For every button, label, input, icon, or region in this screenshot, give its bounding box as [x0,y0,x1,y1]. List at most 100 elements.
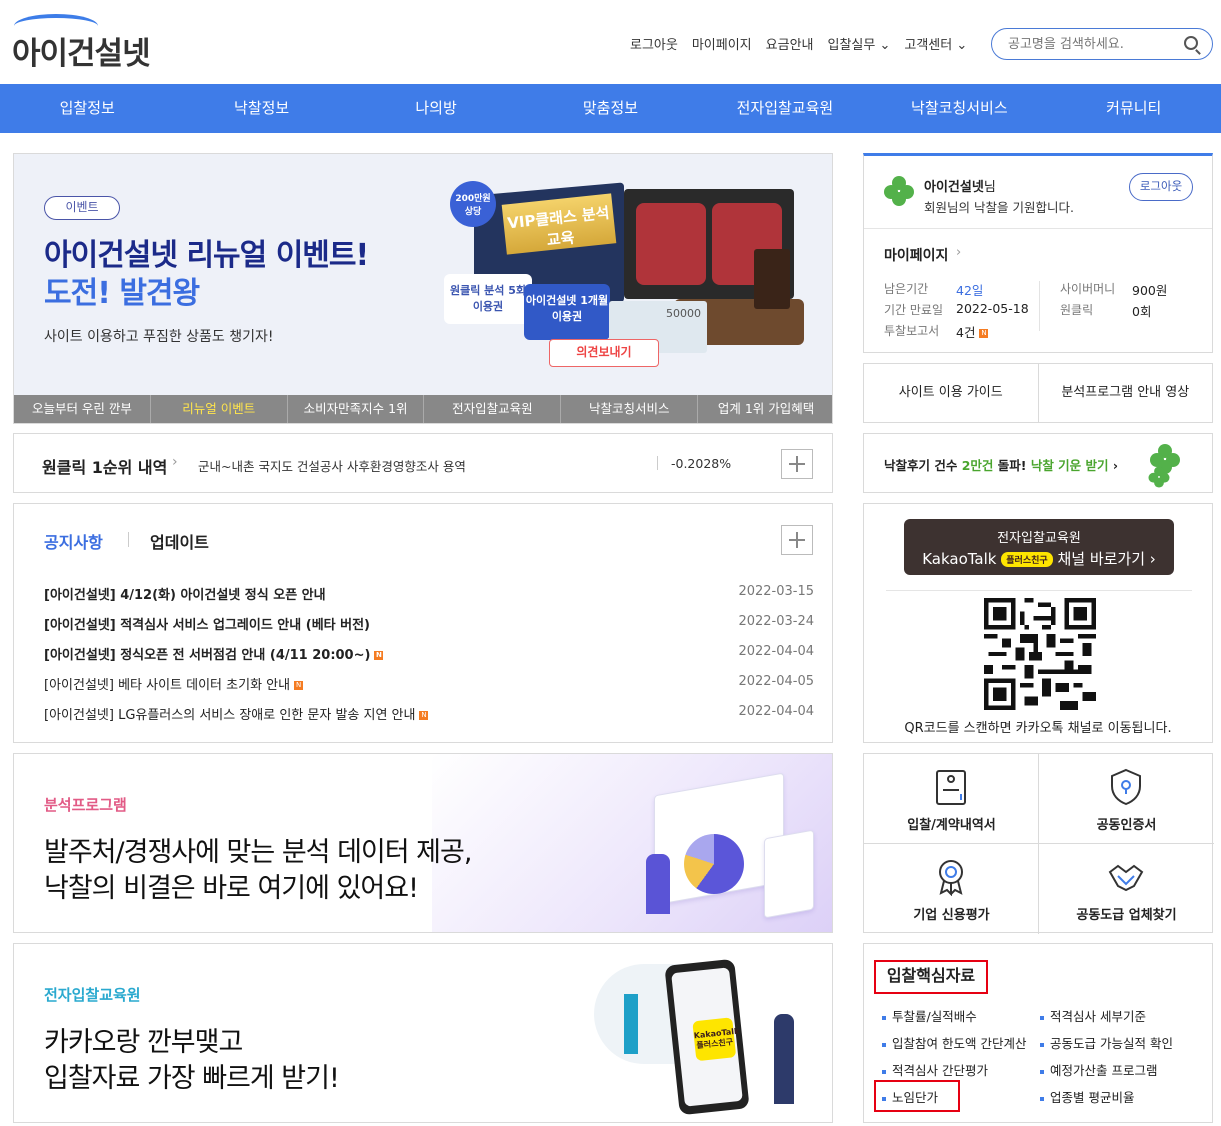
money-value: 900원 [1132,283,1168,298]
notice-title: [아이건설넷] 베타 사이트 데이터 초기화 안내 [44,678,291,693]
guide-panel: 사이트 이용 가이드 분석프로그램 안내 영상 [863,363,1213,423]
kakao-academy-banner[interactable]: 전자입찰교육원 카카오랑 깐부맺고 입찰자료 가장 빠르게 받기! KakaoT… [13,943,833,1123]
quick-link-contract-statement[interactable]: 입찰/계약내역서 [864,754,1039,844]
promo-headline-line1: 카카오랑 깐부맺고 [44,1027,243,1058]
notice-more-plus-icon[interactable] [781,525,813,555]
quick-link-label: 기업 신용평가 [913,908,990,923]
kakao-brand: KakaoTalk [922,550,997,568]
oneclick-panel: 원클릭 1순위 내역 › 군내~내촌 국지도 건설공사 사후환경영향조사 용역 … [13,433,833,493]
header: 아이건설넷 로그아웃 마이페이지 요금안내 입찰실무 ⌄ 고객센터 ⌄ [0,0,1221,84]
banner-tab[interactable]: 소비자만족지수 1위 [288,395,425,423]
oneclick-title[interactable]: 원클릭 1순위 내역 [42,454,167,478]
document-clip-icon [936,770,966,805]
main-nav-award-info[interactable]: 낙찰정보 [174,84,348,133]
main-nav-e-bid-academy[interactable]: 전자입찰교육원 [698,84,872,133]
main-nav-bid-info[interactable]: 입찰정보 [0,84,174,133]
banner-tab-active[interactable]: 리뉴얼 이벤트 [151,395,288,423]
event-banner[interactable]: 이벤트 아이건설넷 리뉴얼 이벤트! 도전! 발견왕 사이트 이용하고 푸짐한 … [13,153,833,424]
notice-title: [아이건설넷] 적격심사 서비스 업그레이드 안내 (베타 버전) [44,618,371,633]
tab-notices[interactable]: 공지사항 [44,529,103,553]
review-link: 낙찰 기운 받기 [1030,458,1109,473]
top-nav-logout[interactable]: 로그아웃 [630,34,678,53]
user-panel: 아이건설넷님 회원님의 낙찰을 기원합니다. 로그아웃 마이페이지 › 남은기간… [863,153,1213,353]
review-pre: 낙찰후기 건수 [884,458,962,473]
chevron-right-icon: › [956,245,962,260]
highlight-box [874,1080,960,1112]
handshake-icon [1108,864,1144,892]
banner-tab[interactable]: 업계 1위 가입혜택 [698,395,832,423]
notice-title-wrap: [아이건설넷] LG유플러스의 서비스 장애로 인한 문자 발송 지연 안내 N [44,704,429,723]
review-count: 2만건 [961,458,994,473]
new-badge-icon: N [979,329,989,338]
oneclick-count-value: 0회 [1132,304,1152,319]
core-link-qualification-criteria[interactable]: 적격심사 세부기준 [1040,1006,1146,1025]
search-input[interactable] [1008,35,1168,53]
clover-icon [1148,466,1170,488]
divider [657,456,658,470]
site-logo[interactable]: 아이건설넷 [12,14,182,72]
core-link-limit-calculator[interactable]: 입찰참여 한도액 간단계산 [882,1033,1026,1052]
promo-headline-line2: 낙찰의 비결은 바로 여기에 있어요! [44,873,419,904]
divider [886,590,1192,591]
program-video-button[interactable]: 분석프로그램 안내 영상 [1039,364,1213,422]
money-label: 사이버머니 [1060,282,1116,296]
main-nav: 입찰정보 낙찰정보 나의방 맞춤정보 전자입찰교육원 낙찰코칭서비스 커뮤니티 [0,84,1221,133]
promo-headline-line2: 입찰자료 가장 빠르게 받기! [44,1063,340,1094]
quick-link-joint-contract[interactable]: 공동도급 업체찾기 [1039,844,1214,934]
core-link-industry-ratio[interactable]: 업종별 평균비율 [1040,1087,1134,1106]
new-badge-icon: N [294,681,304,690]
review-panel[interactable]: 낙찰후기 건수 2만건 돌파! 낙찰 기운 받기 › [863,433,1213,493]
quick-link-credit-rating[interactable]: 기업 신용평가 [864,844,1039,934]
banner-tab[interactable]: 오늘부터 우린 깐부 [14,395,151,423]
report-value-wrap[interactable]: 4건 N [956,322,989,341]
notice-title-wrap: [아이건설넷] 정식오픈 전 서버점검 안내 (4/11 20:00~) N [44,644,384,663]
analysis-program-banner[interactable]: 분석프로그램 발주처/경쟁사에 맞는 분석 데이터 제공, 낙찰의 비결은 바로… [13,753,833,933]
kakaotalk-badge: KakaoTalk 플러스친구 [692,1017,740,1062]
kakao-channel-button[interactable]: 전자입찰교육원 KakaoTalk 플러스친구 채널 바로가기 › [904,519,1174,575]
notice-panel: 공지사항 업데이트 [아이건설넷] 4/12(화) 아이건설넷 정식 오픈 안내… [13,503,833,743]
clover-icon [884,176,914,206]
core-link-bid-rate[interactable]: 투찰률/실적배수 [882,1006,977,1025]
notice-date: 2022-04-05 [738,674,814,689]
quick-link-certificate[interactable]: 공동인증서 [1039,754,1214,844]
main-nav-community[interactable]: 커뮤니티 [1047,84,1221,133]
user-name-suffix: 님 [983,180,996,195]
top-nav-mypage[interactable]: 마이페이지 [692,34,752,53]
analytics-illustration [624,772,824,924]
top-nav-pricing[interactable]: 요금안내 [766,34,814,53]
core-link-quick-evaluation[interactable]: 적격심사 간단평가 [882,1060,988,1079]
oneclick-item[interactable]: 군내~내촌 국지도 건설공사 사후환경영향조사 용역 [198,456,466,475]
send-opinion-button[interactable]: 의견보내기 [549,339,659,367]
remain-label: 남은기간 [884,282,929,296]
shield-lock-icon [1111,768,1141,806]
meat-image [636,203,706,285]
notice-date: 2022-04-04 [738,644,814,659]
oneclick-more-plus-icon[interactable] [781,449,813,479]
oneclick-voucher: 원클릭 분석 5회 이용권 [444,274,532,324]
top-nav-customer-center[interactable]: 고객센터 ⌄ [904,34,967,53]
notice-title-wrap: [아이건설넷] 베타 사이트 데이터 초기화 안내 N [44,674,304,693]
dashboard-screen-image [764,829,814,919]
logout-button[interactable]: 로그아웃 [1129,173,1193,201]
user-greeting: 아이건설넷님 [924,176,996,195]
banner-tab[interactable]: 전자입찰교육원 [424,395,562,423]
qr-caption: QR코드를 스캔하면 카카오톡 채널로 이동됩니다. [904,721,1172,736]
phone-illustration: KakaoTalk 플러스친구 [574,954,824,1119]
main-nav-my-room[interactable]: 나의방 [349,84,523,133]
main-nav-coaching[interactable]: 낙찰코칭서비스 [872,84,1046,133]
core-link-estimate-program[interactable]: 예정가산출 프로그램 [1040,1060,1157,1079]
mypage-link[interactable]: 마이페이지 [884,245,948,265]
banner-tab[interactable]: 낙찰코칭서비스 [561,395,699,423]
main-nav-custom-info[interactable]: 맞춤정보 [523,84,697,133]
oneclick-value: -0.2028% [671,456,732,471]
kakao-channel-text: 채널 바로가기 › [1057,550,1156,568]
site-guide-button[interactable]: 사이트 이용 가이드 [864,364,1039,422]
tab-updates[interactable]: 업데이트 [150,529,209,553]
top-nav: 로그아웃 마이페이지 요금안내 입찰실무 ⌄ 고객센터 ⌄ [630,34,967,53]
membership-voucher: 아이건설넷 1개월 이용권 [524,284,610,340]
logo-text: 아이건설넷 [12,36,151,72]
top-nav-bidding-practice[interactable]: 입찰실무 ⌄ [828,34,891,53]
search-icon[interactable] [1184,36,1198,50]
notice-date: 2022-03-15 [738,584,814,599]
core-link-joint-performance[interactable]: 공동도급 가능실적 확인 [1040,1033,1173,1052]
